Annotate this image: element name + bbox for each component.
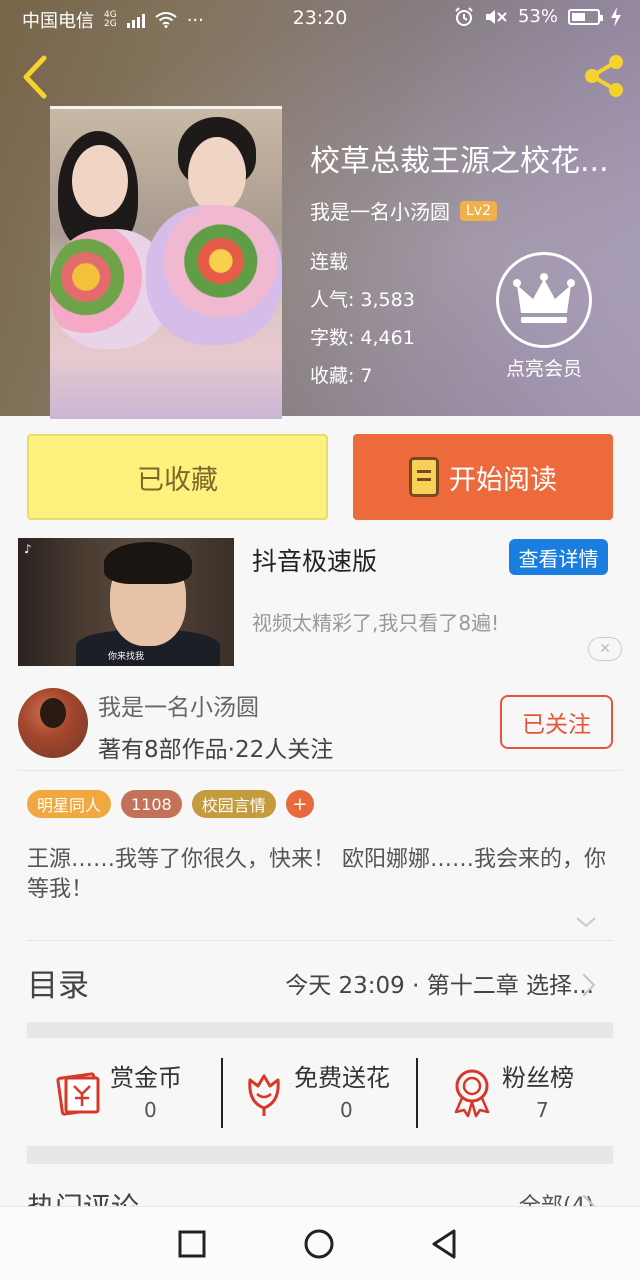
medal-icon: [454, 1069, 490, 1118]
book-title: 校草总裁王源之校花...: [310, 144, 609, 179]
catalog-latest-chapter[interactable]: 今天 23:09 · 第十二章 选择...: [285, 966, 594, 1000]
alarm-icon: [455, 6, 473, 26]
author-stats: 著有8部作品·22人关注: [98, 737, 334, 763]
word-count-value: 4,461: [360, 327, 415, 349]
fan-ranking-value: 7: [536, 1098, 549, 1122]
tag-list: 明星同人 1108 校园言情 +: [27, 790, 314, 818]
catalog-title[interactable]: 目录: [27, 960, 89, 1005]
author-name-header[interactable]: 我是一名小汤圆: [310, 196, 450, 225]
collected-label: 已收藏: [137, 464, 218, 496]
chevron-down-icon[interactable]: [574, 912, 598, 932]
reward-coins-value: 0: [144, 1098, 157, 1122]
favorites-value: 7: [360, 365, 373, 387]
start-reading-label: 开始阅读: [449, 464, 557, 496]
ad-description: 视频太精彩了,我只看了8遍!: [252, 611, 500, 635]
add-tag-button[interactable]: +: [285, 790, 314, 818]
word-count-label: 字数:: [310, 327, 355, 349]
fan-ranking-label: 粉丝榜: [502, 1064, 574, 1092]
recent-apps-icon[interactable]: [175, 1227, 209, 1261]
red-envelope-icon: [56, 1072, 100, 1116]
crown-icon: [496, 252, 592, 348]
ad-thumbnail[interactable]: ♪ 你来找我: [18, 538, 234, 666]
ad-close-button[interactable]: ✕: [588, 637, 622, 661]
ad-title[interactable]: 抖音极速版: [252, 542, 377, 578]
flower-icon: [248, 1074, 280, 1116]
author-line: 我是一名小汤圆 Lv2: [310, 196, 497, 225]
divider: [18, 770, 622, 771]
divider: [27, 940, 613, 941]
author-avatar[interactable]: [18, 688, 88, 758]
follow-button[interactable]: 已关注: [500, 695, 613, 749]
back-icon[interactable]: [18, 54, 54, 100]
popularity-label: 人气:: [310, 289, 355, 311]
free-flowers-value: 0: [340, 1098, 353, 1122]
free-flowers[interactable]: 免费送花 0: [242, 1058, 412, 1134]
vip-button[interactable]: 点亮会员: [493, 252, 595, 381]
fan-ranking[interactable]: 粉丝榜 7: [448, 1058, 598, 1134]
tag-item[interactable]: 1108: [121, 790, 182, 818]
level-badge: Lv2: [460, 200, 497, 221]
book-description: 王源……我等了你很久，快来！ 欧阳娜娜……我会来的，你等我！: [27, 847, 606, 902]
reward-coins-label: 赏金币: [110, 1064, 182, 1092]
book-cover-image[interactable]: [50, 106, 282, 419]
divider: [221, 1058, 223, 1128]
mute-icon: [485, 9, 507, 24]
tag-item[interactable]: 明星同人: [27, 790, 112, 818]
serial-status: 连载: [310, 251, 349, 273]
book-icon: [409, 457, 439, 497]
charging-icon: [611, 6, 621, 27]
start-reading-button[interactable]: 开始阅读: [353, 434, 613, 520]
home-icon[interactable]: [302, 1227, 336, 1261]
favorites-label: 收藏:: [310, 365, 355, 387]
system-navigation-bar: [0, 1206, 640, 1281]
tiktok-icon: ♪: [24, 542, 32, 556]
ad-detail-button[interactable]: 查看详情: [509, 539, 608, 575]
section-separator: [27, 1022, 613, 1038]
divider: [416, 1058, 418, 1128]
tag-item[interactable]: 校园言情: [191, 790, 276, 818]
reward-coins[interactable]: 赏金币 0: [50, 1058, 210, 1134]
share-icon[interactable]: [580, 52, 628, 100]
back-nav-icon[interactable]: [428, 1227, 462, 1261]
vip-label: 点亮会员: [505, 358, 582, 380]
battery-icon: [568, 8, 603, 25]
status-bar: 中国电信 4G 2G ··· 23:20 53%: [0, 0, 640, 36]
author-name[interactable]: 我是一名小汤圆: [98, 688, 259, 722]
battery-percent: 53%: [517, 6, 558, 27]
book-info: 连载 人气: 3,583 字数: 4,461 收藏: 7: [310, 243, 415, 395]
popularity-value: 3,583: [360, 289, 415, 311]
ad-thumb-caption: 你来找我: [107, 652, 144, 662]
section-separator: [27, 1146, 613, 1164]
collected-button[interactable]: 已收藏: [27, 434, 328, 520]
free-flowers-label: 免费送花: [294, 1064, 390, 1092]
